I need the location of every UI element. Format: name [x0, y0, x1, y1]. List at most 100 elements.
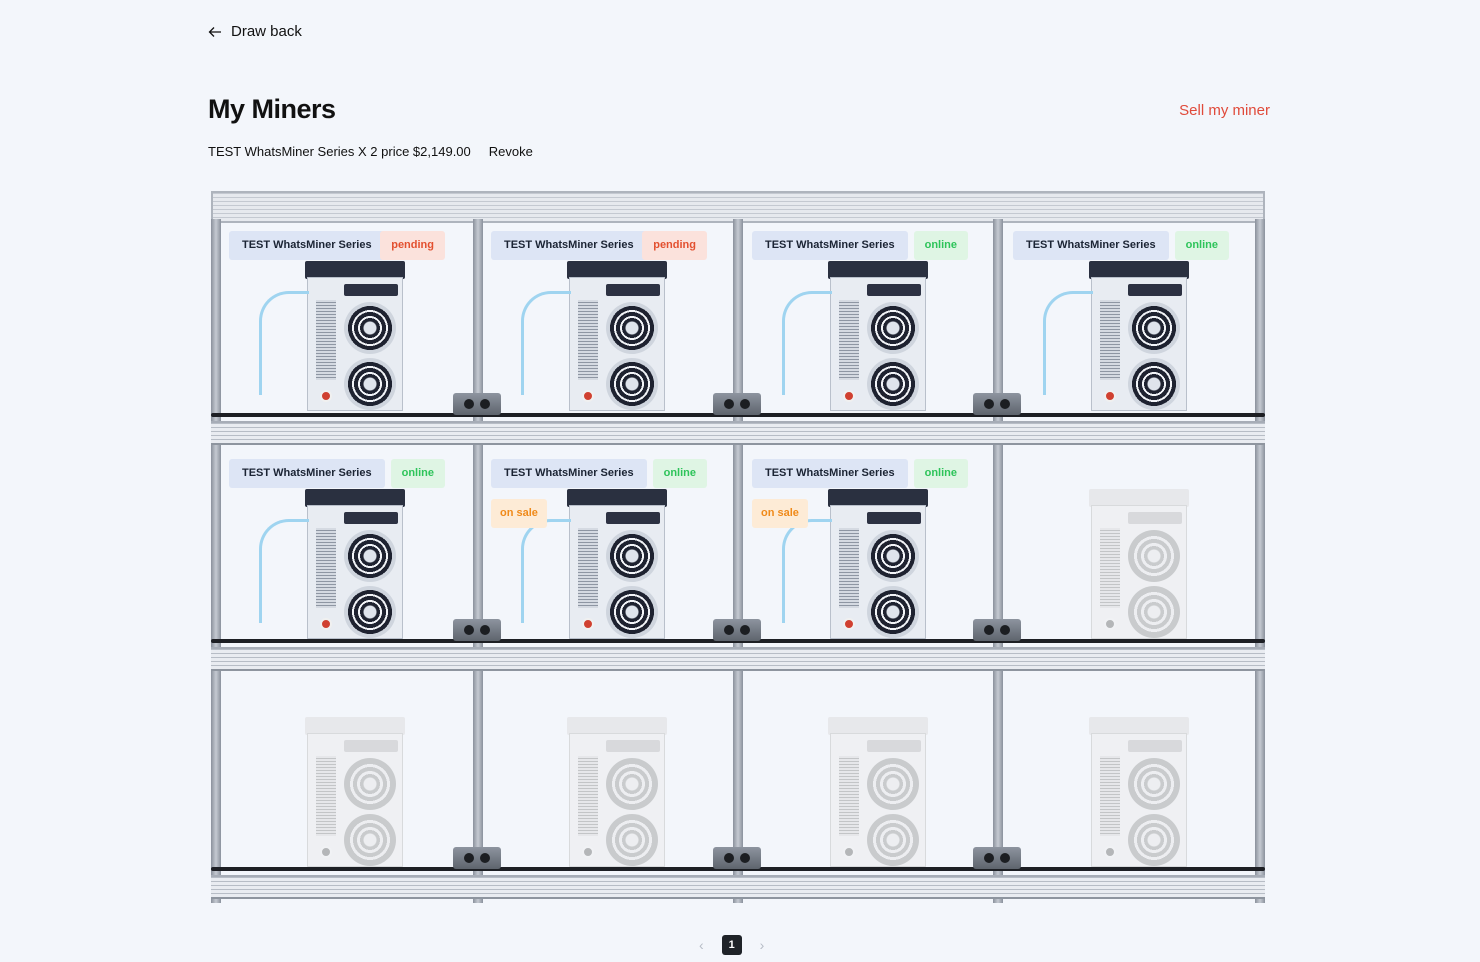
miner-slot[interactable]: TEST WhatsMiner Series online — [744, 221, 976, 427]
power-button-icon — [582, 618, 594, 630]
fan-icon — [606, 814, 658, 866]
power-button-icon — [320, 846, 332, 858]
fan-icon — [344, 358, 396, 410]
miner-name-badge: TEST WhatsMiner Series — [491, 459, 647, 488]
miner-image — [1089, 489, 1189, 641]
miner-image — [828, 717, 928, 869]
miner-name-badge: TEST WhatsMiner Series — [491, 231, 647, 260]
miner-image — [521, 261, 667, 413]
fan-icon — [1128, 358, 1180, 410]
revoke-button[interactable]: Revoke — [489, 144, 533, 159]
miner-image — [1089, 717, 1189, 869]
arrow-left-icon — [208, 26, 221, 37]
power-button-icon — [1104, 618, 1116, 630]
power-button-icon — [1104, 390, 1116, 402]
rack-post — [473, 219, 483, 903]
status-badge: online — [913, 459, 968, 488]
fan-icon — [867, 358, 919, 410]
miner-image — [521, 489, 667, 641]
miner-slot[interactable]: TEST WhatsMiner Series online — [221, 449, 453, 655]
fan-icon — [867, 758, 919, 810]
miner-name-badge: TEST WhatsMiner Series — [752, 231, 908, 260]
miner-name-badge: TEST WhatsMiner Series — [229, 231, 385, 260]
fan-icon — [344, 586, 396, 638]
power-button-icon — [320, 618, 332, 630]
miner-slot[interactable]: TEST WhatsMiner Series online on sale — [483, 449, 715, 655]
miner-image — [259, 261, 405, 413]
draw-back-link[interactable]: Draw back — [208, 23, 302, 40]
pagination: ‹ 1 › — [699, 935, 764, 955]
status-badge: online — [913, 231, 968, 260]
status-badge: pending — [642, 231, 707, 260]
chevron-right-icon[interactable]: › — [760, 937, 765, 953]
on-sale-badge: on sale — [752, 499, 808, 528]
cooling-hose — [1043, 291, 1093, 395]
fan-icon — [606, 530, 658, 582]
miner-image — [259, 489, 405, 641]
sell-my-miner-link[interactable]: Sell my miner — [1179, 102, 1270, 119]
miner-image — [305, 717, 405, 869]
rack-post — [211, 219, 221, 903]
cooling-hose — [259, 519, 309, 623]
fan-icon — [606, 358, 658, 410]
power-button-icon — [843, 846, 855, 858]
status-badge: online — [652, 459, 707, 488]
draw-back-label: Draw back — [231, 23, 302, 40]
status-badge: online — [390, 459, 445, 488]
miner-slot[interactable]: TEST WhatsMiner Series online on sale — [744, 449, 976, 655]
page-title: My Miners — [208, 94, 336, 124]
cooling-hose — [521, 291, 571, 395]
power-button-icon — [843, 390, 855, 402]
listing-text: TEST WhatsMiner Series X 2 price $2,149.… — [208, 144, 471, 159]
fan-icon — [867, 302, 919, 354]
power-button-icon — [843, 618, 855, 630]
miner-image — [1043, 261, 1189, 413]
empty-slot — [1005, 449, 1237, 655]
fan-icon — [344, 814, 396, 866]
fan-icon — [344, 530, 396, 582]
miner-rack: TEST WhatsMiner Series pending TEST WhatsM… — [211, 191, 1265, 905]
empty-slot — [744, 677, 976, 883]
listing-row: TEST WhatsMiner Series X 2 price $2,149.… — [208, 144, 533, 159]
cooling-hose — [782, 291, 832, 395]
chevron-left-icon[interactable]: ‹ — [699, 937, 704, 953]
miner-image — [782, 489, 928, 641]
miner-image — [567, 717, 667, 869]
page-number[interactable]: 1 — [721, 935, 742, 955]
fan-icon — [867, 530, 919, 582]
power-button-icon — [582, 390, 594, 402]
empty-slot — [221, 677, 453, 883]
fan-icon — [606, 302, 658, 354]
fan-icon — [344, 758, 396, 810]
rack-post — [1255, 219, 1265, 903]
miner-slot[interactable]: TEST WhatsMiner Series pending — [221, 221, 453, 427]
fan-icon — [1128, 814, 1180, 866]
fan-icon — [606, 758, 658, 810]
power-button-icon — [582, 846, 594, 858]
rack-post — [993, 219, 1003, 903]
status-badge: pending — [380, 231, 445, 260]
fan-icon — [867, 586, 919, 638]
miner-name-badge: TEST WhatsMiner Series — [1013, 231, 1169, 260]
miner-image — [782, 261, 928, 413]
power-button-icon — [1104, 846, 1116, 858]
empty-slot — [483, 677, 715, 883]
power-button-icon — [320, 390, 332, 402]
fan-icon — [1128, 530, 1180, 582]
cooling-hose — [782, 519, 832, 623]
fan-icon — [1128, 758, 1180, 810]
fan-icon — [344, 302, 396, 354]
on-sale-badge: on sale — [491, 499, 547, 528]
miner-name-badge: TEST WhatsMiner Series — [229, 459, 385, 488]
miner-slot[interactable]: TEST WhatsMiner Series pending — [483, 221, 715, 427]
fan-icon — [1128, 586, 1180, 638]
rack-post — [733, 219, 743, 903]
fan-icon — [867, 814, 919, 866]
cooling-hose — [259, 291, 309, 395]
miner-slot[interactable]: TEST WhatsMiner Series online — [1005, 221, 1237, 427]
fan-icon — [606, 586, 658, 638]
miner-name-badge: TEST WhatsMiner Series — [752, 459, 908, 488]
empty-slot — [1005, 677, 1237, 883]
status-badge: online — [1174, 231, 1229, 260]
fan-icon — [1128, 302, 1180, 354]
